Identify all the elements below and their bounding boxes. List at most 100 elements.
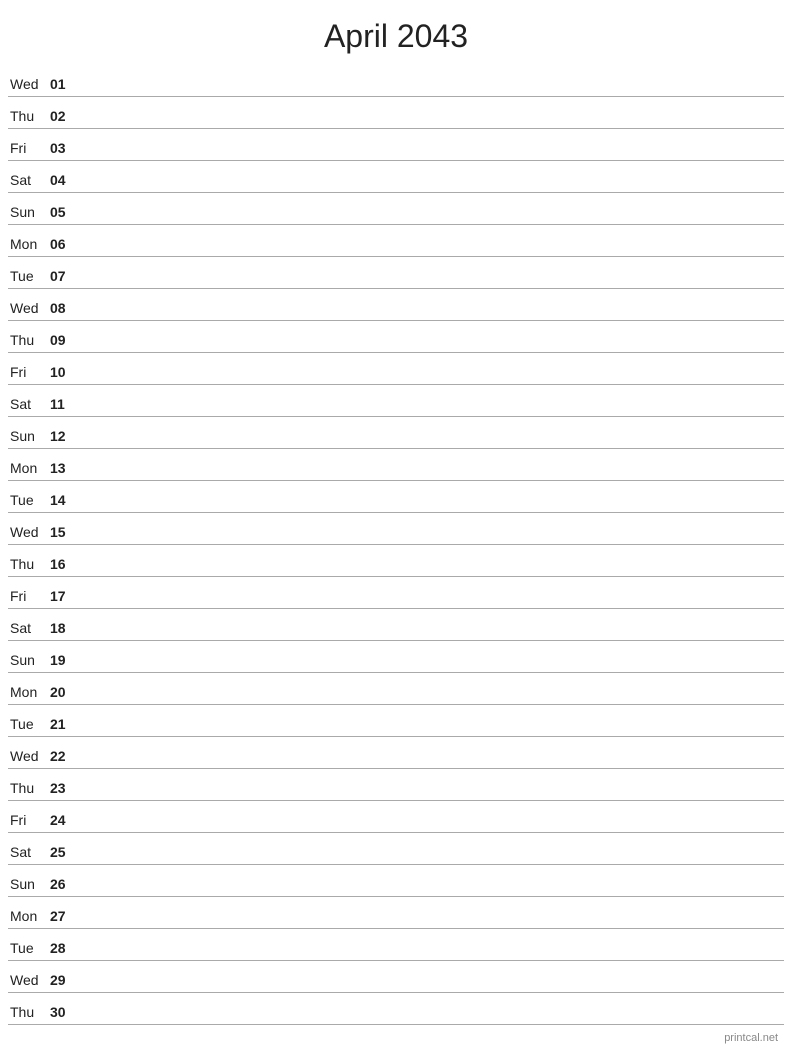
calendar-row: Thu02: [8, 97, 784, 129]
day-number: 11: [50, 396, 78, 412]
day-number: 27: [50, 908, 78, 924]
calendar-row: Wed29: [8, 961, 784, 993]
day-number: 17: [50, 588, 78, 604]
day-name: Thu: [8, 108, 50, 124]
day-number: 09: [50, 332, 78, 348]
day-name: Mon: [8, 908, 50, 924]
day-name: Sun: [8, 204, 50, 220]
day-line: [78, 731, 784, 732]
calendar-row: Wed01: [8, 65, 784, 97]
calendar-row: Wed22: [8, 737, 784, 769]
day-name: Thu: [8, 780, 50, 796]
calendar-row: Thu23: [8, 769, 784, 801]
calendar-row: Mon20: [8, 673, 784, 705]
day-line: [78, 987, 784, 988]
day-number: 04: [50, 172, 78, 188]
day-name: Thu: [8, 1004, 50, 1020]
day-number: 07: [50, 268, 78, 284]
day-line: [78, 411, 784, 412]
day-line: [78, 539, 784, 540]
day-line: [78, 123, 784, 124]
calendar-row: Fri17: [8, 577, 784, 609]
calendar-list: Wed01Thu02Fri03Sat04Sun05Mon06Tue07Wed08…: [0, 65, 792, 1025]
day-line: [78, 443, 784, 444]
day-name: Mon: [8, 684, 50, 700]
day-name: Tue: [8, 940, 50, 956]
day-name: Fri: [8, 588, 50, 604]
day-line: [78, 315, 784, 316]
day-number: 21: [50, 716, 78, 732]
day-number: 23: [50, 780, 78, 796]
day-number: 28: [50, 940, 78, 956]
day-name: Fri: [8, 140, 50, 156]
day-number: 10: [50, 364, 78, 380]
day-name: Sun: [8, 428, 50, 444]
day-number: 16: [50, 556, 78, 572]
day-line: [78, 635, 784, 636]
day-number: 26: [50, 876, 78, 892]
day-name: Wed: [8, 524, 50, 540]
day-name: Sun: [8, 876, 50, 892]
calendar-row: Thu16: [8, 545, 784, 577]
day-line: [78, 667, 784, 668]
page-title: April 2043: [0, 0, 792, 65]
day-number: 15: [50, 524, 78, 540]
day-line: [78, 603, 784, 604]
calendar-row: Thu09: [8, 321, 784, 353]
day-name: Sat: [8, 844, 50, 860]
day-line: [78, 219, 784, 220]
calendar-row: Sun05: [8, 193, 784, 225]
day-line: [78, 571, 784, 572]
calendar-row: Wed15: [8, 513, 784, 545]
day-number: 08: [50, 300, 78, 316]
day-name: Mon: [8, 236, 50, 252]
day-name: Thu: [8, 556, 50, 572]
day-name: Sat: [8, 396, 50, 412]
day-number: 06: [50, 236, 78, 252]
day-number: 02: [50, 108, 78, 124]
day-line: [78, 955, 784, 956]
day-line: [78, 763, 784, 764]
day-line: [78, 283, 784, 284]
calendar-row: Sun26: [8, 865, 784, 897]
day-name: Wed: [8, 748, 50, 764]
day-number: 03: [50, 140, 78, 156]
calendar-row: Sat18: [8, 609, 784, 641]
day-number: 05: [50, 204, 78, 220]
calendar-row: Thu30: [8, 993, 784, 1025]
day-number: 20: [50, 684, 78, 700]
day-line: [78, 1019, 784, 1020]
day-number: 12: [50, 428, 78, 444]
day-line: [78, 699, 784, 700]
day-number: 30: [50, 1004, 78, 1020]
day-line: [78, 891, 784, 892]
day-number: 22: [50, 748, 78, 764]
calendar-row: Fri24: [8, 801, 784, 833]
day-name: Fri: [8, 364, 50, 380]
day-name: Mon: [8, 460, 50, 476]
day-name: Tue: [8, 492, 50, 508]
day-name: Sat: [8, 620, 50, 636]
day-number: 19: [50, 652, 78, 668]
calendar-row: Sat04: [8, 161, 784, 193]
calendar-row: Sat25: [8, 833, 784, 865]
day-name: Thu: [8, 332, 50, 348]
day-line: [78, 155, 784, 156]
day-line: [78, 347, 784, 348]
day-line: [78, 795, 784, 796]
calendar-row: Tue14: [8, 481, 784, 513]
day-name: Sun: [8, 652, 50, 668]
day-number: 13: [50, 460, 78, 476]
day-line: [78, 379, 784, 380]
day-number: 24: [50, 812, 78, 828]
day-number: 01: [50, 76, 78, 92]
day-line: [78, 91, 784, 92]
calendar-row: Wed08: [8, 289, 784, 321]
calendar-row: Tue28: [8, 929, 784, 961]
day-line: [78, 923, 784, 924]
calendar-row: Mon13: [8, 449, 784, 481]
day-name: Wed: [8, 972, 50, 988]
calendar-row: Tue07: [8, 257, 784, 289]
day-name: Fri: [8, 812, 50, 828]
day-name: Tue: [8, 716, 50, 732]
